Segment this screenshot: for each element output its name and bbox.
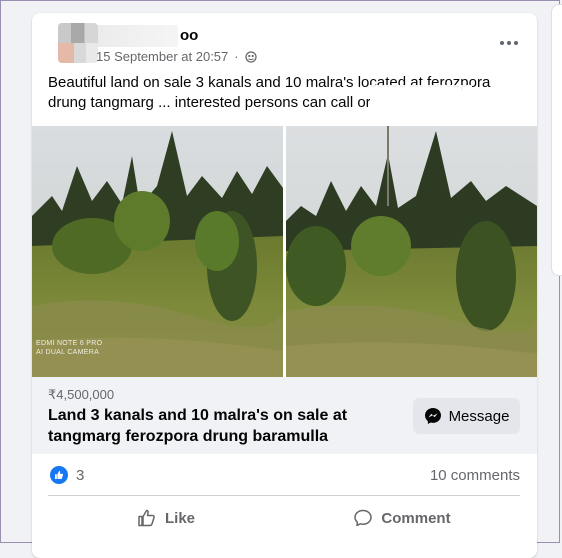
camera-watermark: EDMI NOTE 6 PRO AI DUAL CAMERA	[36, 340, 103, 356]
like-reaction-icon[interactable]	[50, 466, 68, 484]
comment-label: Comment	[381, 509, 451, 527]
like-label: Like	[164, 509, 195, 527]
land-photo-1[interactable]: EDMI NOTE 6 PRO AI DUAL CAMERA	[32, 126, 283, 377]
message-button[interactable]: Message	[413, 398, 520, 434]
post-actions: Like Comment	[48, 496, 520, 540]
thumbs-up-icon	[138, 509, 155, 527]
feed-post: oo 15 September at 20:57 · Beautiful lan…	[32, 13, 537, 558]
more-options-button[interactable]	[495, 33, 523, 53]
messenger-icon	[424, 408, 441, 424]
comment-bubble-icon	[354, 509, 373, 527]
redacted-author-name	[98, 25, 178, 47]
like-button[interactable]: Like	[48, 496, 284, 540]
avatar[interactable]	[58, 23, 98, 63]
post-header: oo 15 September at 20:57 ·	[32, 13, 537, 73]
comment-count[interactable]: 10 comments	[430, 467, 520, 484]
redacted-phone-number	[370, 85, 472, 129]
post-timestamp[interactable]: 15 September at 20:57	[96, 49, 228, 64]
globe-icon	[244, 50, 257, 63]
message-button-label: Message	[448, 407, 510, 425]
more-dots-icon	[500, 41, 504, 45]
photo-grid: EDMI NOTE 6 PRO AI DUAL CAMERA	[32, 126, 537, 377]
listing-price: ₹4,500,000	[48, 387, 115, 402]
listing-title[interactable]: Land 3 kanals and 10 malra's on sale at …	[48, 405, 378, 447]
marketplace-listing[interactable]: ₹4,500,000 Land 3 kanals and 10 malra's …	[32, 377, 537, 454]
like-count[interactable]: 3	[76, 467, 84, 484]
reaction-summary: 3 10 comments	[48, 455, 520, 496]
land-photo-2[interactable]	[286, 126, 537, 377]
adjacent-panel	[551, 4, 562, 276]
post-meta: 15 September at 20:57 ·	[96, 49, 257, 64]
comment-button[interactable]: Comment	[284, 496, 520, 540]
author-name[interactable]: oo	[180, 27, 198, 44]
